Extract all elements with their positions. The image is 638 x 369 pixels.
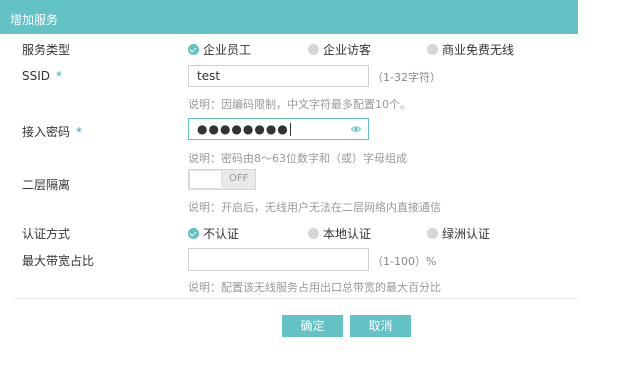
required-mark: * [76, 125, 83, 139]
radio-checked-icon [188, 228, 199, 239]
isolation-label: 二层隔离 [22, 178, 71, 192]
dialog-header: 增加服务 [0, 0, 578, 34]
isolation-toggle[interactable]: OFF [188, 169, 256, 190]
ssid-length-hint: （1-32字符） [372, 71, 441, 84]
radio-unchecked-icon [427, 228, 438, 239]
bandwidth-note: 说明：配置该无线服务占用出口总带宽的最大百分比 [188, 281, 441, 294]
bandwidth-input[interactable] [188, 248, 369, 271]
radio-no-auth[interactable]: 不认证 [188, 225, 239, 242]
password-note: 说明：密码由8～63位数字和（或）字母组成 [188, 152, 407, 165]
toggle-knob [190, 171, 221, 188]
eye-icon[interactable] [351, 124, 361, 134]
divider [14, 298, 578, 299]
radio-checked-icon [188, 44, 199, 55]
auth-label: 认证方式 [22, 227, 71, 241]
ssid-input[interactable]: test [188, 65, 369, 87]
password-label: 接入密码 * [22, 125, 83, 139]
toggle-state-text: OFF [229, 173, 249, 184]
radio-enterprise-staff[interactable]: 企业员工 [188, 41, 251, 58]
cancel-button[interactable]: 取消 [350, 315, 411, 337]
radio-oasis-auth[interactable]: 绿洲认证 [427, 225, 490, 242]
password-input[interactable]: ●●●●●●●● [188, 118, 369, 140]
confirm-button[interactable]: 确定 [282, 315, 343, 337]
text-caret [289, 123, 291, 136]
isolation-note: 说明：开启后，无线用户无法在二层网络内直接通信 [188, 201, 441, 214]
radio-unchecked-icon [427, 44, 438, 55]
bandwidth-range-hint: （1-100）% [372, 255, 437, 268]
required-mark: * [56, 69, 63, 83]
radio-unchecked-icon [308, 44, 319, 55]
service-type-label: 服务类型 [22, 43, 71, 57]
radio-commercial-free-wifi[interactable]: 商业免费无线 [427, 41, 514, 58]
radio-unchecked-icon [308, 228, 319, 239]
dialog-title: 增加服务 [10, 13, 59, 27]
radio-enterprise-guest[interactable]: 企业访客 [308, 41, 371, 58]
bandwidth-label: 最大带宽占比 [22, 254, 95, 268]
ssid-label: SSID * [22, 69, 63, 83]
radio-local-auth[interactable]: 本地认证 [308, 225, 371, 242]
ssid-note: 说明：因编码限制，中文字符最多配置10个。 [188, 98, 411, 111]
